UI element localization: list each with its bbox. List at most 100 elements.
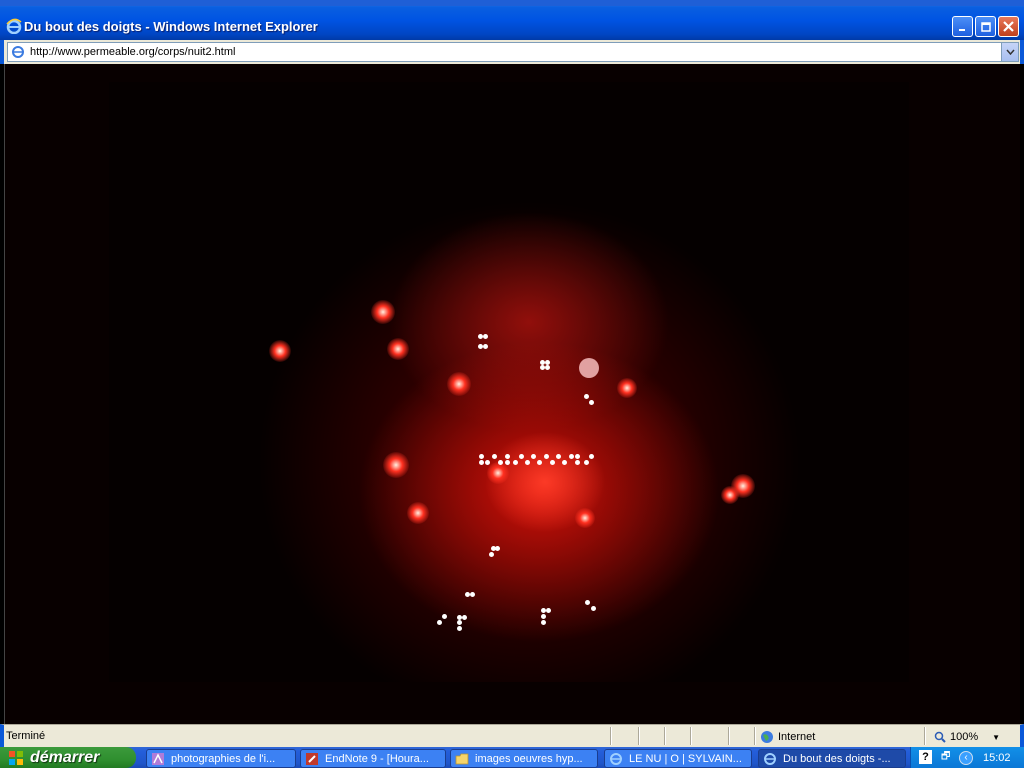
zoom-dropdown-icon[interactable]: ▼ (992, 733, 1000, 742)
red-led-light (383, 452, 409, 478)
page-icon (12, 46, 24, 58)
system-tray: ? 🗗 ‹ 15:02 (910, 747, 1024, 768)
endnote-icon (306, 752, 318, 765)
address-bar: http://www.permeable.org/corps/nuit2.htm… (0, 40, 1024, 64)
red-led-light (487, 462, 509, 484)
braille-dot (519, 454, 524, 459)
restore-icon[interactable]: 🗗 (941, 749, 950, 766)
application-icon (152, 752, 164, 765)
braille-dot (457, 620, 462, 625)
status-separator (690, 727, 692, 745)
braille-dot (541, 614, 546, 619)
braille-dot (492, 454, 497, 459)
red-led-light (371, 300, 395, 324)
start-button[interactable]: démarrer (0, 747, 136, 768)
red-led-light (575, 508, 595, 528)
maximize-button[interactable] (975, 16, 996, 37)
braille-dot (483, 334, 488, 339)
close-icon (1003, 21, 1014, 32)
braille-dot (485, 460, 490, 465)
minimize-button[interactable] (952, 16, 973, 37)
status-separator (754, 727, 756, 745)
braille-dot (541, 620, 546, 625)
security-zone[interactable]: Internet (760, 728, 815, 746)
night-photograph[interactable] (109, 82, 909, 682)
braille-dot (513, 460, 518, 465)
taskbar-item-folder[interactable]: images oeuvres hyp... (450, 749, 598, 768)
status-separator (610, 727, 612, 745)
braille-dot (585, 600, 590, 605)
taskbar-item-du-bout-des-doigts[interactable]: Du bout des doigts -... (758, 749, 906, 768)
taskbar: démarrer photographies de l'i... EndNote… (0, 747, 1024, 768)
address-field[interactable]: http://www.permeable.org/corps/nuit2.htm… (7, 42, 1019, 62)
internet-explorer-icon (610, 752, 622, 765)
braille-dot (525, 460, 530, 465)
status-separator (664, 727, 666, 745)
chevron-left-icon[interactable]: ‹ (959, 751, 973, 765)
braille-dot (591, 606, 596, 611)
braille-dot (462, 615, 467, 620)
braille-dot (556, 454, 561, 459)
braille-dot (575, 460, 580, 465)
braille-dot (584, 394, 589, 399)
braille-dot (589, 454, 594, 459)
braille-dot (457, 626, 462, 631)
minimize-icon (958, 28, 965, 31)
braille-dot (569, 454, 574, 459)
braille-dot (589, 400, 594, 405)
braille-dot (544, 454, 549, 459)
pointer-cursor (579, 358, 599, 378)
zoom-level: 100% (950, 731, 979, 743)
braille-dot (489, 552, 494, 557)
start-label: démarrer (30, 748, 100, 766)
folder-icon (455, 753, 469, 764)
braille-dot (537, 460, 542, 465)
red-led-light (269, 340, 291, 362)
status-separator (728, 727, 730, 745)
braille-dot (479, 454, 484, 459)
red-led-light (387, 338, 409, 360)
taskbar-item-label: LE NU | O | SYLVAIN... (629, 752, 742, 765)
clock: 15:02 (983, 752, 1011, 764)
taskbar-item-photographies[interactable]: photographies de l'i... (146, 749, 296, 768)
url-text[interactable]: http://www.permeable.org/corps/nuit2.htm… (30, 46, 235, 58)
globe-icon (761, 731, 773, 743)
internet-explorer-icon (6, 18, 22, 34)
page-content (4, 64, 1020, 724)
magnifier-icon (934, 731, 946, 743)
taskbar-item-endnote[interactable]: EndNote 9 - [Houra... (300, 749, 446, 768)
windows-flag-icon (9, 750, 23, 765)
window-title: Du bout des doigts - Windows Internet Ex… (24, 19, 318, 34)
zoom-control[interactable]: 100% ▼ (934, 728, 1000, 746)
braille-dot (483, 344, 488, 349)
taskbar-item-label: Du bout des doigts -... (783, 752, 891, 765)
braille-dot (531, 454, 536, 459)
help-icon[interactable]: ? (919, 750, 932, 764)
braille-dot (584, 460, 589, 465)
braille-dot (546, 608, 551, 613)
red-led-light (447, 372, 471, 396)
braille-dot (479, 460, 484, 465)
status-separator (924, 727, 926, 745)
red-led-light (407, 502, 429, 524)
zone-label: Internet (778, 731, 816, 743)
braille-dot (437, 620, 442, 625)
status-bar: Terminé Internet 100% ▼ (0, 724, 1024, 747)
braille-dot (562, 460, 567, 465)
window-title-bar[interactable]: Du bout des doigts - Windows Internet Ex… (0, 0, 1024, 40)
braille-dot (505, 460, 510, 465)
taskbar-item-le-nu[interactable]: LE NU | O | SYLVAIN... (604, 749, 752, 768)
braille-dot (575, 454, 580, 459)
braille-dot (545, 365, 550, 370)
status-separator (638, 727, 640, 745)
address-dropdown-button[interactable] (1001, 43, 1018, 61)
previous-window-strip (0, 0, 1024, 6)
taskbar-item-label: images oeuvres hyp... (475, 752, 583, 765)
taskbar-item-label: photographies de l'i... (171, 752, 276, 765)
taskbar-item-label: EndNote 9 - [Houra... (325, 752, 429, 765)
braille-dot (495, 546, 500, 551)
close-button[interactable] (998, 16, 1019, 37)
braille-dot (550, 460, 555, 465)
internet-explorer-icon (764, 752, 776, 765)
braille-dot (505, 454, 510, 459)
